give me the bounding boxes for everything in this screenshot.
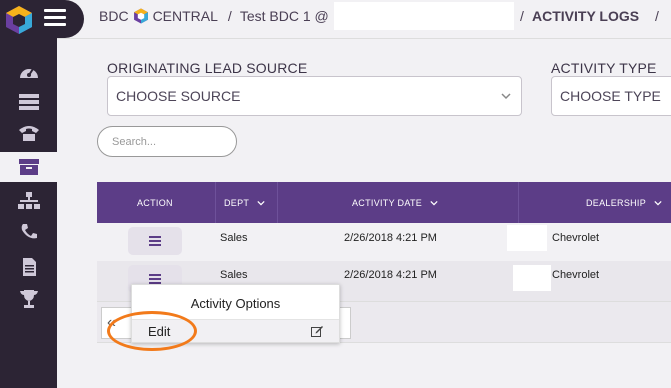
activity-type-label: ACTIVITY TYPE [551,60,657,76]
breadcrumb-separator: / [227,8,232,24]
column-divider [277,182,278,223]
org-chart-icon[interactable] [0,186,57,216]
menu-icon [149,236,161,246]
redacted-box [507,225,547,251]
column-divider [215,182,216,223]
lead-source-select[interactable]: CHOOSE SOURCE [107,76,522,116]
document-icon[interactable] [0,252,57,282]
activity-options-title: Activity Options [190,296,281,311]
search-input[interactable]: Search... [97,126,237,157]
activity-date-cell: 2/26/2018 4:21 PM [344,232,437,244]
column-header-label: ACTION [137,197,173,208]
trophy-icon[interactable] [0,284,57,314]
brand-right-text: CENTRAL [152,8,218,24]
highlight-annotation [107,311,197,351]
dealership-cell: Chevrolet [552,269,600,281]
lead-source-label: ORIGINATING LEAD SOURCE [107,60,308,76]
dealership-cell: Chevrolet [552,232,600,244]
chevron-down-icon [430,200,438,205]
chevron-down-icon [654,200,662,205]
breadcrumb-separator: / [655,8,659,24]
activity-date-cell: 2/26/2018 4:21 PM [344,269,437,281]
dept-cell: Sales [220,269,248,281]
table-header: ACTION DEPT ACTIVITY DATE DEALERSHIP [97,182,671,223]
table-row: Sales 2/26/2018 4:21 PM Chevrolet [97,223,671,261]
activity-type-select[interactable]: CHOOSE TYPE [551,76,671,116]
row-action-button[interactable] [128,227,182,255]
archive-icon[interactable] [0,152,57,182]
phone-handset-icon[interactable] [0,217,57,247]
brand-breadcrumb[interactable]: BDC CENTRAL / Test BDC 1 @ / [99,8,341,24]
column-header-label: DEPT [224,197,250,208]
sidebar [0,0,57,388]
column-header-label: DEALERSHIP [586,197,647,208]
redacted-name-box [334,2,514,30]
chevron-down-icon [501,93,511,100]
column-header-dept[interactable]: DEPT [224,182,265,223]
redacted-box [513,265,551,291]
search-placeholder: Search... [112,135,157,148]
column-header-label: ACTIVITY DATE [352,197,423,208]
breadcrumb-crumb1[interactable]: Test BDC 1 @ [240,8,329,24]
list-icon[interactable] [0,87,57,117]
column-header-dealership[interactable]: DEALERSHIP [586,182,662,223]
chevron-down-icon [257,200,265,205]
header-divider [57,38,671,39]
edit-icon [311,326,323,337]
logo-area [0,0,84,38]
column-header-action[interactable]: ACTION [137,182,173,223]
dashboard-icon[interactable] [0,57,57,87]
dept-cell: Sales [220,232,248,244]
brand-logo-icon [133,8,148,24]
app-root: BDC CENTRAL / Test BDC 1 @ / / ACTIVITY … [0,0,671,388]
lead-source-value: CHOOSE SOURCE [116,88,241,104]
menu-icon [149,274,161,284]
phone-icon[interactable] [0,118,57,148]
app-logo-icon [6,6,32,34]
page-title: ACTIVITY LOGS [532,8,640,24]
column-divider [518,182,519,223]
breadcrumb-separator: / [520,8,524,24]
brand-left-text: BDC [99,8,129,24]
activity-type-value: CHOOSE TYPE [560,88,661,104]
column-header-activity-date[interactable]: ACTIVITY DATE [352,182,438,223]
menu-toggle-icon[interactable] [44,9,66,27]
breadcrumb: BDC CENTRAL / Test BDC 1 @ / / ACTIVITY … [84,0,671,33]
